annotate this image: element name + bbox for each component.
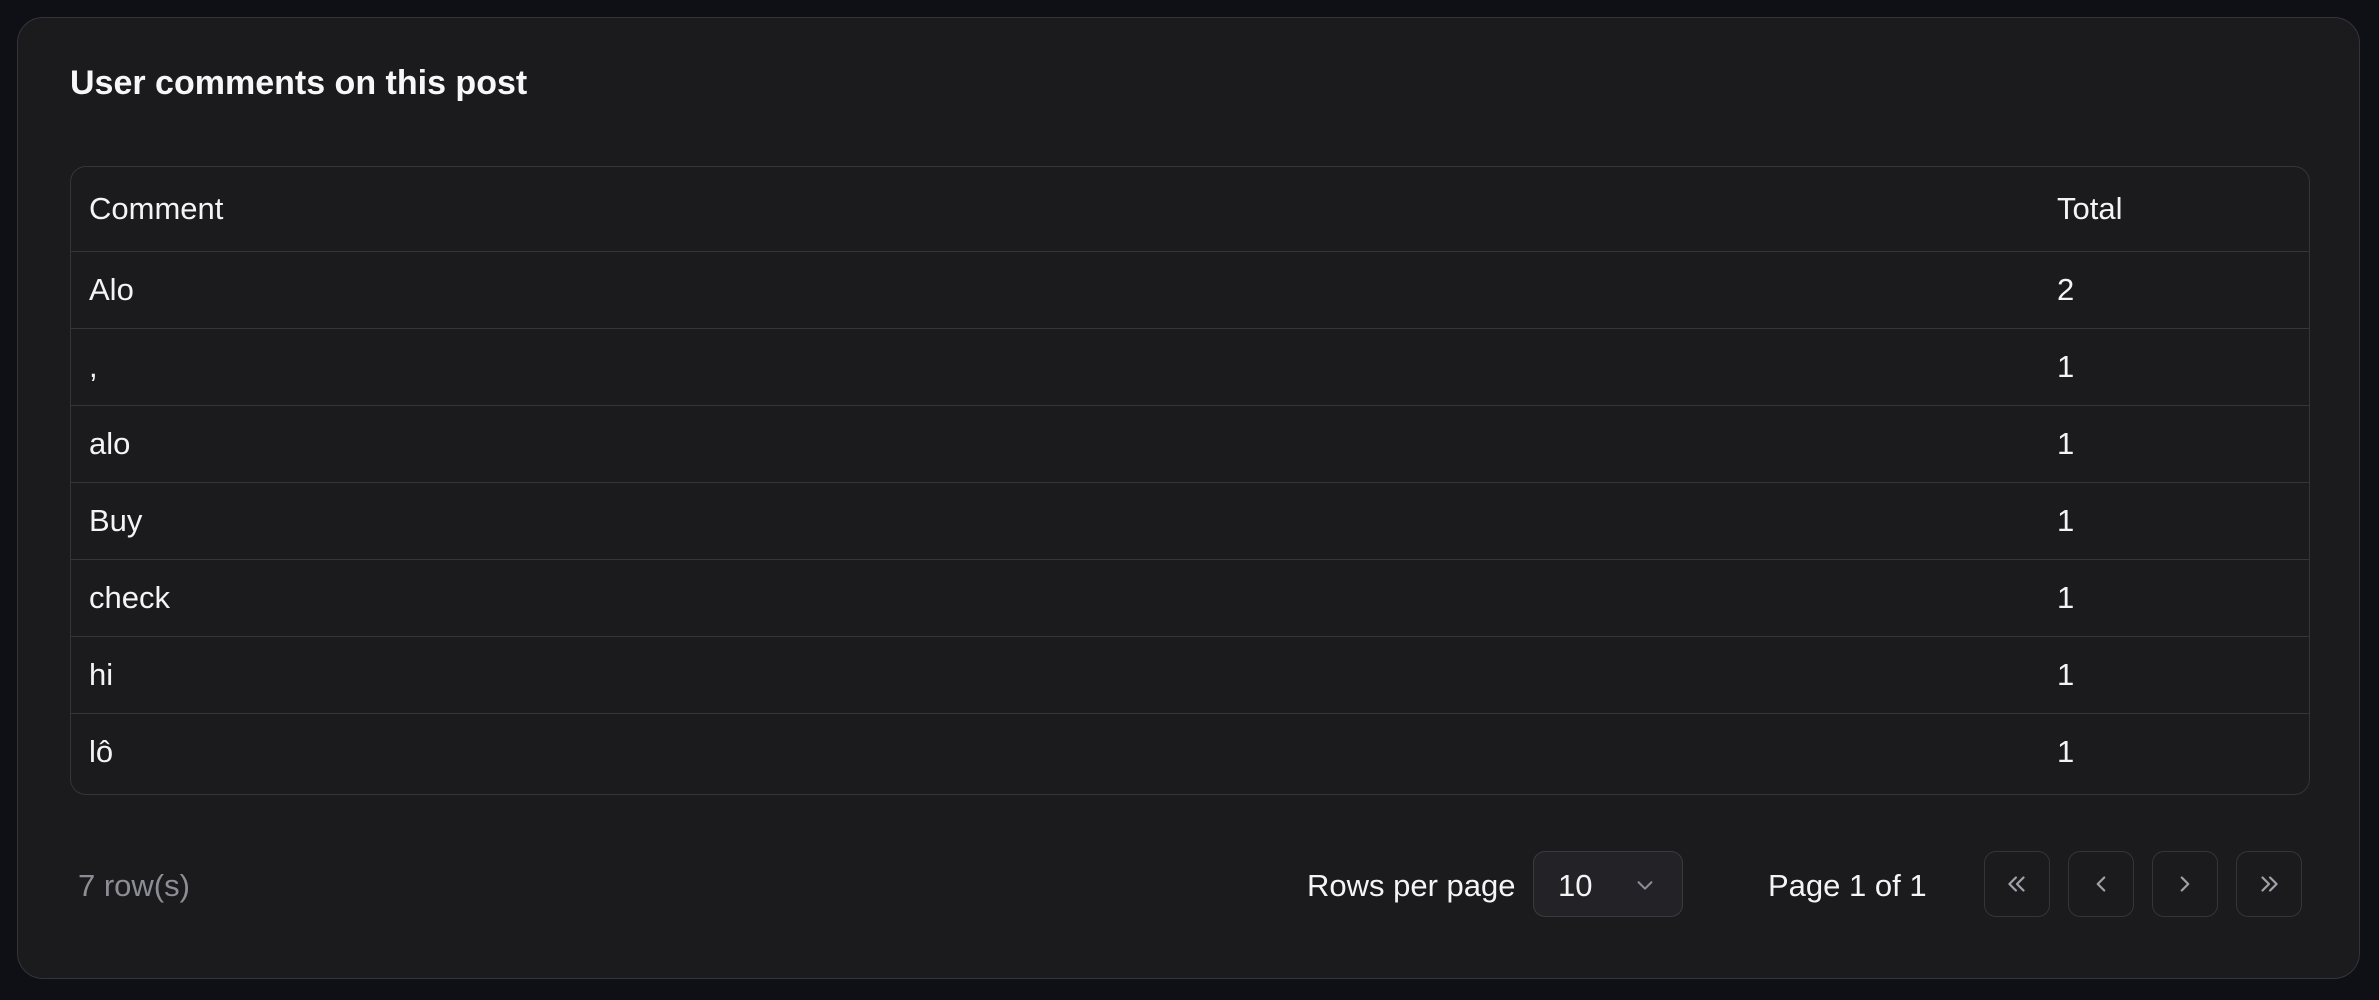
page-indicator: Page 1 of 1: [1768, 868, 1927, 903]
chevron-left-icon: [2096, 876, 2106, 892]
card-title: User comments on this post: [70, 64, 528, 102]
table-row[interactable]: alo 1: [71, 405, 2309, 483]
rows-per-page-value: 10: [1558, 868, 1593, 903]
table-pagination-footer: 7 row(s) Rows per page 10 Page 1 of 1: [18, 838, 2359, 930]
table-row[interactable]: hi 1: [71, 636, 2309, 714]
cell-comment: hi: [71, 636, 2039, 714]
chevrons-left-icon: [2008, 876, 2025, 892]
rows-per-page-select[interactable]: 10: [1533, 851, 1683, 917]
chevrons-right-icon: [2261, 876, 2278, 892]
column-header-total[interactable]: Total: [2039, 167, 2309, 252]
table-header-row: Comment Total: [71, 167, 2309, 252]
column-header-comment[interactable]: Comment: [71, 167, 2039, 252]
table-row[interactable]: check 1: [71, 559, 2309, 637]
cell-comment: ,: [71, 328, 2039, 406]
cell-total: 1: [2039, 559, 2309, 637]
cell-total: 2: [2039, 251, 2309, 329]
cell-comment: Buy: [71, 482, 2039, 560]
next-page-button[interactable]: [2152, 851, 2218, 917]
table-row[interactable]: lô 1: [71, 714, 2309, 791]
table-row[interactable]: Alo 2: [71, 251, 2309, 329]
cell-comment: lô: [89, 734, 114, 769]
cell-total: 1: [2057, 734, 2075, 769]
cell-comment: alo: [71, 405, 2039, 483]
table-row[interactable]: Buy 1: [71, 482, 2309, 560]
last-page-button[interactable]: [2236, 851, 2302, 917]
cell-total: 1: [2039, 405, 2309, 483]
cell-total: 1: [2039, 328, 2309, 406]
previous-page-button[interactable]: [2068, 851, 2134, 917]
cell-total: 1: [2039, 482, 2309, 560]
row-count-label: 7 row(s): [78, 868, 190, 903]
cell-comment: Alo: [71, 251, 2039, 329]
chevron-right-icon: [2180, 876, 2190, 892]
chevron-down-icon: [1637, 881, 1653, 890]
first-page-button[interactable]: [1984, 851, 2050, 917]
rows-per-page-label: Rows per page: [1307, 868, 1516, 903]
cell-total: 1: [2039, 636, 2309, 714]
comments-table: Comment Total Alo 2 , 1 alo 1 Buy 1 chec…: [71, 167, 2309, 790]
table-row[interactable]: , 1: [71, 328, 2309, 406]
cell-comment: check: [71, 559, 2039, 637]
comments-table-container: Comment Total Alo 2 , 1 alo 1 Buy 1 chec…: [70, 166, 2310, 795]
comments-card: User comments on this post Comment Total…: [17, 17, 2360, 979]
